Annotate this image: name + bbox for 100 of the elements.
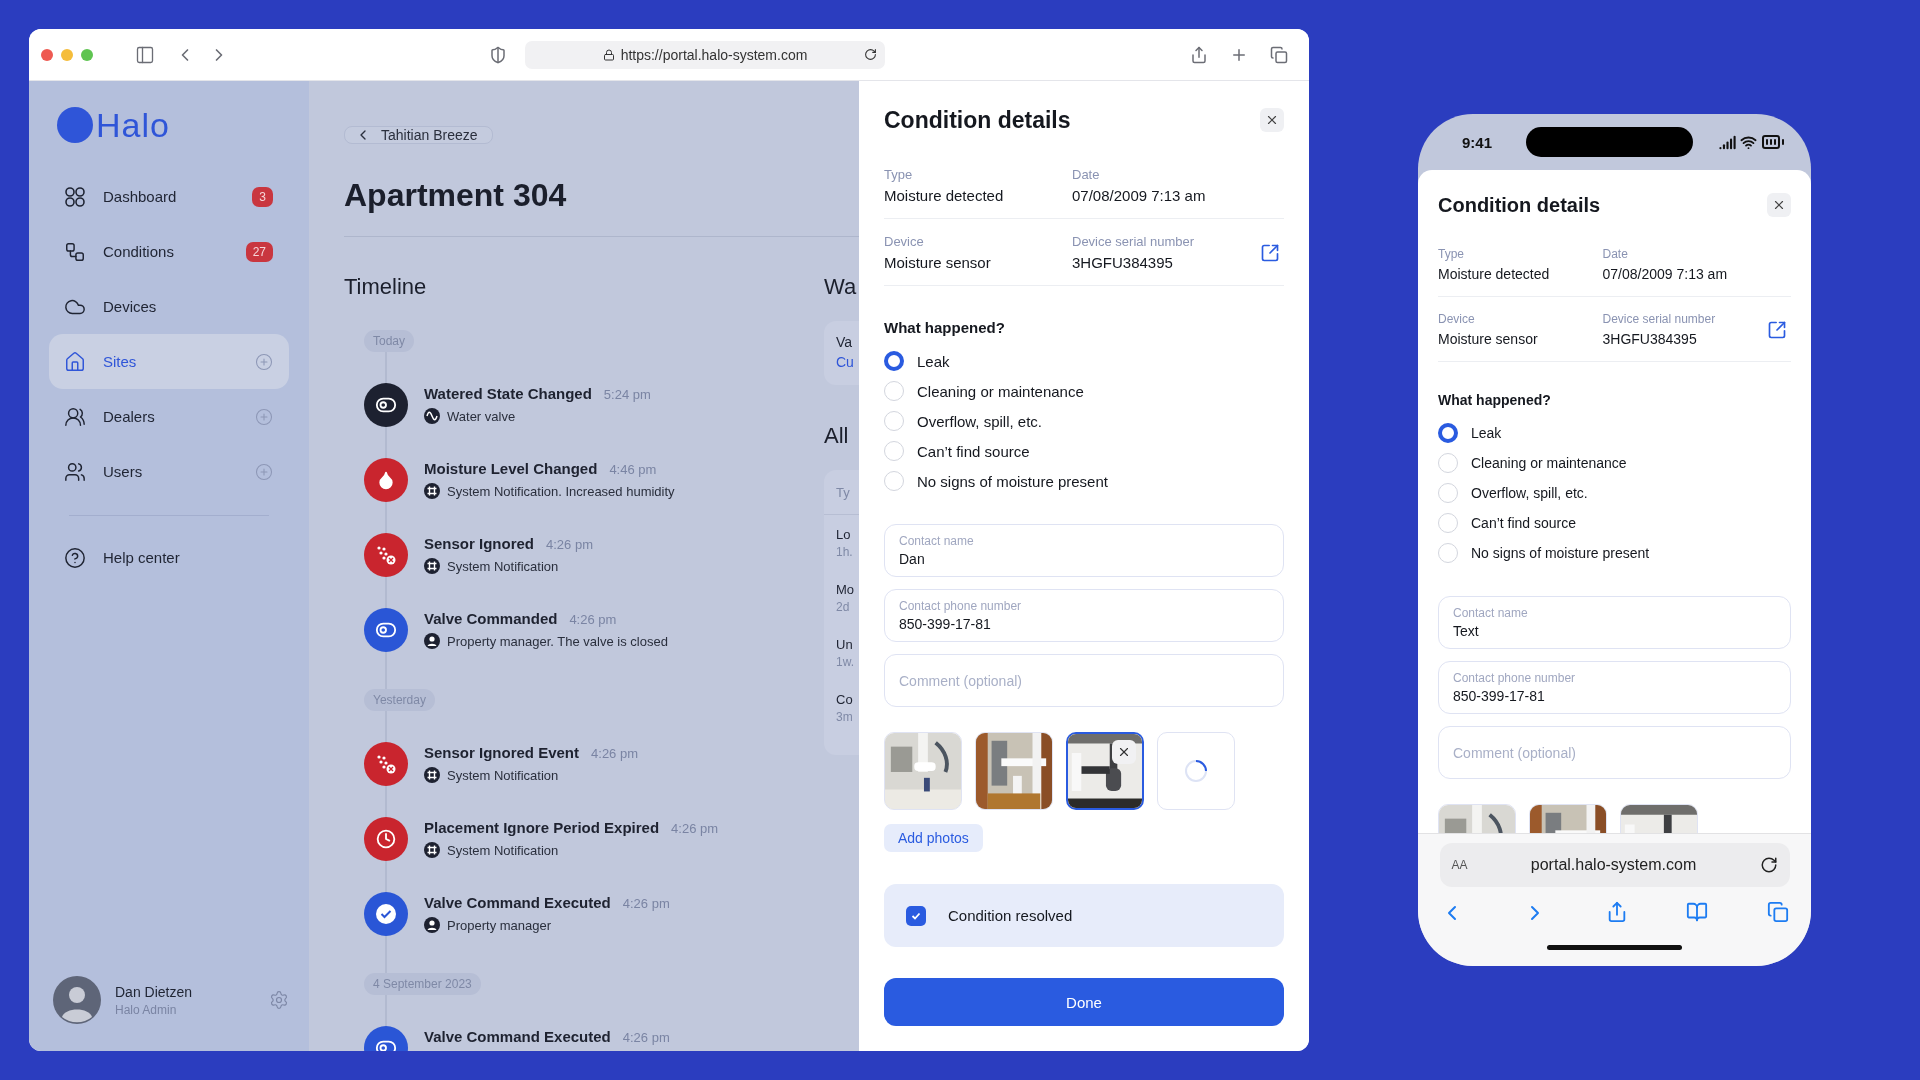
table-cell-text: 1w.	[836, 654, 855, 669]
wave-icon	[424, 408, 440, 424]
users-icon	[64, 460, 86, 483]
option-label: Overflow, spill, etc.	[1471, 485, 1588, 501]
share-icon[interactable]	[1190, 45, 1208, 64]
column-header: Ty	[836, 484, 850, 500]
checkbox[interactable]	[906, 905, 926, 926]
address-bar[interactable]: AA portal.halo-system.com	[1439, 843, 1790, 887]
field-input[interactable]: 850-399-17-81	[899, 616, 1269, 632]
workflow-icon	[64, 240, 86, 263]
table-cell-text: 2d	[836, 599, 851, 614]
field-input[interactable]: 850-399-17-81	[1453, 688, 1776, 704]
text-field[interactable]: Contact name Text	[1438, 596, 1791, 649]
zoom-button[interactable]	[81, 48, 93, 61]
event-time: 4:26 pm	[622, 896, 670, 911]
reload-icon[interactable]	[1759, 856, 1778, 874]
back-button[interactable]: Tahitian Breeze	[344, 126, 493, 144]
comment-field[interactable]: Comment (optional)	[884, 654, 1284, 707]
option-label: Overflow, spill, etc.	[917, 412, 1043, 430]
external-link-icon[interactable]	[1260, 242, 1280, 263]
text-field[interactable]: Contact name Dan	[884, 524, 1284, 577]
event-title: Sensor Ignored	[424, 535, 535, 552]
field-input[interactable]: Dan	[899, 551, 1269, 567]
url-text: https://portal.halo-system.com	[620, 46, 808, 63]
chip-icon	[424, 558, 440, 574]
option-label: No signs of moisture present	[917, 472, 1108, 490]
event-title: Placement Ignore Period Expired	[424, 819, 660, 836]
table-cell-text: Co	[836, 691, 854, 707]
nav-item[interactable]: Dealers	[49, 389, 289, 444]
event-title: Moisture Level Changed	[424, 460, 598, 477]
field-input[interactable]: Comment (optional)	[1453, 744, 1776, 761]
field-label: Device serial number	[1072, 234, 1196, 249]
people-icon	[64, 405, 86, 428]
nav-item[interactable]: Users	[49, 444, 289, 499]
done-button[interactable]: Done	[884, 978, 1284, 1026]
table-cell-text: Un	[836, 636, 854, 652]
external-link-icon[interactable]	[1767, 319, 1787, 340]
event-source: Property manager. The valve is closed	[447, 633, 668, 649]
field-value: Moisture sensor	[884, 254, 992, 271]
field-value: 07/08/2009 7:13 am	[1602, 266, 1729, 282]
field-label: Contact phone number	[1453, 671, 1577, 685]
help-icon	[64, 546, 86, 569]
dots-icon	[375, 544, 397, 566]
remove-photo-button[interactable]	[1112, 740, 1136, 764]
event-time: 4:26 pm	[546, 537, 593, 552]
field-label: Device	[1438, 312, 1476, 326]
add-photos-button[interactable]: Add photos	[884, 824, 983, 852]
chip-icon	[424, 767, 440, 783]
close-button[interactable]	[1260, 108, 1284, 132]
close-icon	[1772, 198, 1786, 212]
text-size-button[interactable]: AA	[1451, 858, 1468, 872]
nav-item[interactable]: Conditions 27	[49, 224, 289, 279]
event-time: 4:46 pm	[609, 462, 657, 477]
event-source: System Notification	[447, 558, 559, 574]
nav-item[interactable]: Devices	[49, 279, 289, 334]
field-input[interactable]: Comment (optional)	[899, 672, 1269, 689]
panel-title: Condition details	[1438, 193, 1601, 217]
tabs-icon[interactable]	[1270, 45, 1288, 64]
option-label: Leak	[1471, 425, 1502, 441]
text-field[interactable]: Contact phone number 850-399-17-81	[1438, 661, 1791, 714]
radio-button[interactable]	[1438, 423, 1458, 443]
field-label: Date	[1072, 167, 1101, 182]
field-label: Device	[884, 234, 925, 249]
chip-icon	[424, 842, 440, 858]
signal-icon	[1719, 133, 1736, 151]
text-field[interactable]: Contact phone number 850-399-17-81	[884, 589, 1284, 642]
event-title: Sensor Ignored Event	[424, 744, 580, 761]
nav-item[interactable]: Dashboard 3	[49, 169, 289, 224]
panel-title: Condition details	[884, 106, 1071, 134]
event-source: Property manager	[447, 917, 552, 933]
event-source: System Notification	[447, 842, 559, 858]
field-value: 3HGFU384395	[1602, 331, 1698, 347]
tabs-icon[interactable]	[1767, 901, 1789, 923]
nav-item[interactable]: Sites	[49, 334, 289, 389]
reload-icon[interactable]	[864, 48, 877, 61]
close-button[interactable]	[1767, 193, 1791, 217]
field-input[interactable]: Text	[1453, 623, 1776, 639]
user-name: Dan Dietzen	[115, 983, 194, 1000]
dots-icon	[375, 753, 397, 775]
radio-button[interactable]	[884, 351, 904, 371]
close-window-button[interactable]	[41, 48, 53, 61]
address-bar[interactable]: https://portal.halo-system.com	[525, 40, 885, 69]
status-time: 9:41	[1462, 133, 1494, 151]
section-title: Timeline	[344, 273, 428, 301]
comment-field[interactable]: Comment (optional)	[1438, 726, 1791, 779]
sidebar-icon[interactable]	[135, 44, 155, 65]
option-label: Cleaning or maintenance	[1471, 455, 1627, 471]
event-source: Water valve	[447, 408, 516, 424]
checkbox-label: Condition resolved	[948, 907, 1073, 924]
event-time: 4:26 pm	[671, 821, 719, 836]
person-icon	[424, 633, 440, 649]
nav-item[interactable]: Help center	[49, 530, 289, 585]
count-badge: 27	[245, 241, 273, 262]
event-title: Valve Commanded	[424, 610, 558, 627]
user-role: Halo Admin	[115, 1002, 178, 1017]
shield-icon[interactable]	[489, 45, 507, 64]
chip-icon	[424, 483, 440, 499]
grid-icon	[64, 185, 86, 208]
option-label: Can’t find source	[917, 442, 1030, 460]
bookmarks-icon[interactable]	[1686, 901, 1709, 923]
